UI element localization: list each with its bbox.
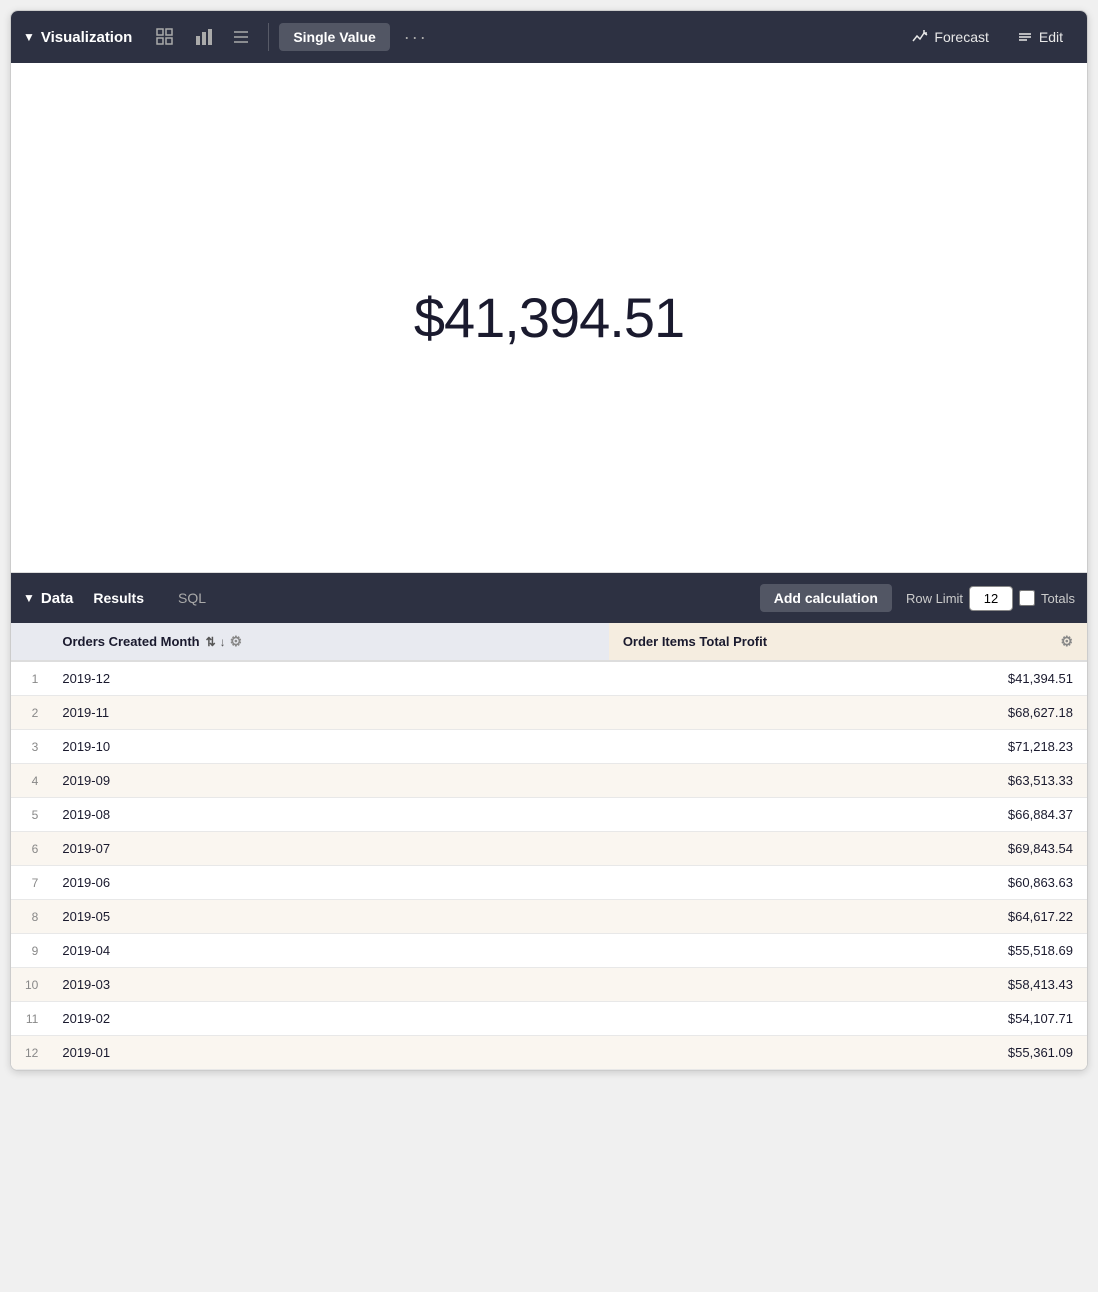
- table-view-button[interactable]: [148, 22, 182, 52]
- table-row: 5 2019-08 $66,884.37: [11, 798, 1087, 832]
- profit-cell: $69,843.54: [609, 832, 1087, 866]
- table-row: 8 2019-05 $64,617.22: [11, 900, 1087, 934]
- orders-month-label: Orders Created Month: [62, 634, 199, 649]
- profit-col-settings-icon[interactable]: ⚙: [1060, 633, 1073, 650]
- row-number: 8: [11, 900, 48, 934]
- profit-cell: $55,518.69: [609, 934, 1087, 968]
- data-table-wrapper: Orders Created Month ⇅ ↓ ⚙ Order Items T…: [11, 623, 1087, 1070]
- date-cell: 2019-01: [48, 1036, 608, 1070]
- date-cell: 2019-06: [48, 866, 608, 900]
- bar-chart-button[interactable]: [186, 22, 220, 52]
- profit-cell: $41,394.51: [609, 661, 1087, 696]
- date-cell: 2019-09: [48, 764, 608, 798]
- row-num-header: [11, 623, 48, 661]
- toolbar-separator: [268, 23, 269, 51]
- total-profit-label: Order Items Total Profit: [623, 634, 767, 649]
- table-body: 1 2019-12 $41,394.51 2 2019-11 $68,627.1…: [11, 661, 1087, 1070]
- data-table: Orders Created Month ⇅ ↓ ⚙ Order Items T…: [11, 623, 1087, 1070]
- row-number: 1: [11, 661, 48, 696]
- table-row: 7 2019-06 $60,863.63: [11, 866, 1087, 900]
- single-value-display: $41,394.51: [414, 285, 684, 350]
- viz-title-label: Visualization: [41, 29, 132, 46]
- data-toolbar: ▼ Data Results SQL Add calculation Row L…: [11, 573, 1087, 623]
- orders-col-settings-icon[interactable]: ⚙: [230, 633, 243, 650]
- table-row: 11 2019-02 $54,107.71: [11, 1002, 1087, 1036]
- table-row: 2 2019-11 $68,627.18: [11, 696, 1087, 730]
- table-row: 12 2019-01 $55,361.09: [11, 1036, 1087, 1070]
- profit-cell: $58,413.43: [609, 968, 1087, 1002]
- sort-filter-icon[interactable]: ⇅: [206, 635, 216, 649]
- row-limit-input[interactable]: [969, 586, 1013, 611]
- table-row: 6 2019-07 $69,843.54: [11, 832, 1087, 866]
- viz-title-group: ▼ Visualization: [23, 29, 132, 46]
- list-view-button[interactable]: [224, 22, 258, 52]
- date-cell: 2019-12: [48, 661, 608, 696]
- date-cell: 2019-10: [48, 730, 608, 764]
- row-number: 10: [11, 968, 48, 1002]
- profit-cell: $68,627.18: [609, 696, 1087, 730]
- table-row: 4 2019-09 $63,513.33: [11, 764, 1087, 798]
- data-chevron-icon: ▼: [23, 591, 35, 605]
- table-row: 10 2019-03 $58,413.43: [11, 968, 1087, 1002]
- row-number: 11: [11, 1002, 48, 1036]
- date-cell: 2019-02: [48, 1002, 608, 1036]
- profit-cell: $64,617.22: [609, 900, 1087, 934]
- forecast-button[interactable]: Forecast: [900, 23, 1000, 51]
- row-number: 3: [11, 730, 48, 764]
- more-options-button[interactable]: ···: [394, 21, 438, 54]
- viz-toolbar: ▼ Visualization Si: [11, 11, 1087, 63]
- single-value-tab[interactable]: Single Value: [279, 23, 389, 51]
- table-row: 3 2019-10 $71,218.23: [11, 730, 1087, 764]
- row-number: 2: [11, 696, 48, 730]
- row-number: 5: [11, 798, 48, 832]
- data-title-group: ▼ Data: [23, 590, 73, 607]
- totals-checkbox[interactable]: [1019, 590, 1035, 606]
- profit-cell: $71,218.23: [609, 730, 1087, 764]
- row-number: 4: [11, 764, 48, 798]
- sort-down-icon[interactable]: ↓: [220, 635, 226, 649]
- main-container: ▼ Visualization Si: [10, 10, 1088, 1071]
- sql-tab[interactable]: SQL: [164, 584, 220, 612]
- orders-month-header: Orders Created Month ⇅ ↓ ⚙: [48, 623, 608, 661]
- profit-cell: $63,513.33: [609, 764, 1087, 798]
- date-cell: 2019-04: [48, 934, 608, 968]
- total-profit-header: Order Items Total Profit ⚙: [609, 623, 1087, 661]
- row-number: 6: [11, 832, 48, 866]
- results-tab[interactable]: Results: [79, 584, 158, 612]
- viz-chevron-icon: ▼: [23, 30, 35, 44]
- profit-cell: $60,863.63: [609, 866, 1087, 900]
- date-cell: 2019-07: [48, 832, 608, 866]
- totals-group: Totals: [1019, 590, 1075, 606]
- date-cell: 2019-11: [48, 696, 608, 730]
- row-limit-label: Row Limit: [906, 591, 963, 606]
- totals-label: Totals: [1041, 591, 1075, 606]
- profit-cell: $66,884.37: [609, 798, 1087, 832]
- profit-cell: $54,107.71: [609, 1002, 1087, 1036]
- add-calculation-button[interactable]: Add calculation: [760, 584, 892, 612]
- date-cell: 2019-03: [48, 968, 608, 1002]
- forecast-label: Forecast: [934, 29, 988, 45]
- date-cell: 2019-05: [48, 900, 608, 934]
- edit-button[interactable]: Edit: [1005, 23, 1075, 51]
- row-number: 12: [11, 1036, 48, 1070]
- data-title-label: Data: [41, 590, 74, 607]
- single-value-area: $41,394.51: [11, 63, 1087, 573]
- profit-cell: $55,361.09: [609, 1036, 1087, 1070]
- row-number: 9: [11, 934, 48, 968]
- table-row: 1 2019-12 $41,394.51: [11, 661, 1087, 696]
- table-row: 9 2019-04 $55,518.69: [11, 934, 1087, 968]
- date-cell: 2019-08: [48, 798, 608, 832]
- row-number: 7: [11, 866, 48, 900]
- table-header-row: Orders Created Month ⇅ ↓ ⚙ Order Items T…: [11, 623, 1087, 661]
- edit-label: Edit: [1039, 29, 1063, 45]
